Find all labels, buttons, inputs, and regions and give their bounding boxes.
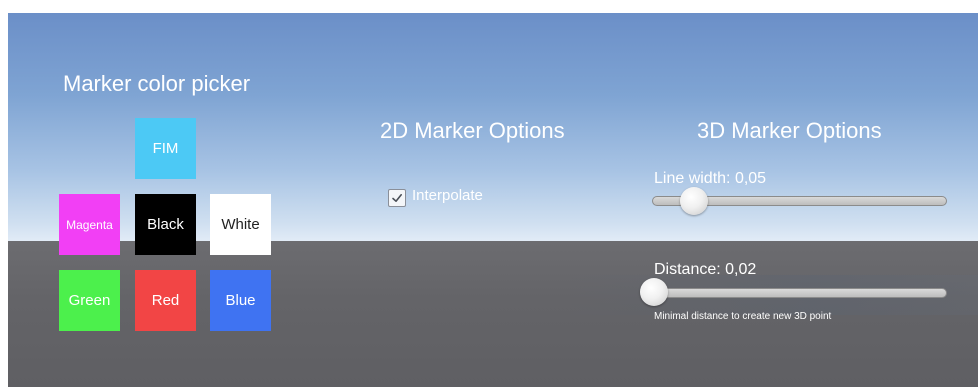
- checkmark-icon: [392, 194, 402, 202]
- color-picker-title: Marker color picker: [63, 71, 251, 96]
- line-width-label: Line width: 0,05: [654, 170, 767, 187]
- swatch-green-button[interactable]: Green: [59, 270, 120, 331]
- swatch-black-button[interactable]: Black: [135, 194, 196, 255]
- viewport-scene: Marker color picker FIM Magenta Black Wh…: [8, 13, 978, 387]
- swatch-blue-button[interactable]: Blue: [210, 270, 271, 331]
- swatch-green-label: Green: [68, 292, 111, 309]
- swatch-fim-label: FIM: [152, 140, 179, 157]
- swatch-blue-label: Blue: [225, 292, 256, 309]
- swatch-fim-button[interactable]: FIM: [135, 118, 196, 179]
- interpolate-label: Interpolate: [412, 187, 483, 204]
- swatch-black-label: Black: [147, 216, 184, 233]
- interpolate-checkbox[interactable]: [388, 189, 406, 207]
- swatch-magenta-label: Magenta: [66, 217, 113, 232]
- swatch-magenta-button[interactable]: Magenta: [59, 194, 120, 255]
- marker-3d-title: 3D Marker Options: [697, 118, 882, 143]
- swatch-white-button[interactable]: White: [210, 194, 271, 255]
- distance-hint: Minimal distance to create new 3D point: [654, 311, 832, 322]
- distance-label: Distance: 0,02: [654, 261, 757, 278]
- marker-2d-title: 2D Marker Options: [380, 118, 565, 143]
- line-width-slider-handle[interactable]: [679, 187, 708, 215]
- distance-slider-handle[interactable]: [640, 278, 668, 306]
- distance-slider[interactable]: [640, 288, 947, 298]
- swatch-red-button[interactable]: Red: [135, 270, 196, 331]
- swatch-white-label: White: [221, 216, 260, 233]
- swatch-red-label: Red: [151, 292, 180, 309]
